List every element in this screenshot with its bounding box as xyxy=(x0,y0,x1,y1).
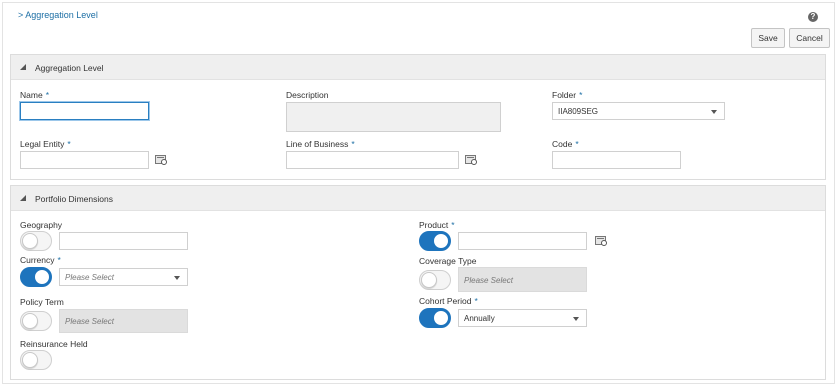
section-title: Aggregation Level xyxy=(35,63,104,73)
hierarchy-browser-icon[interactable] xyxy=(465,155,477,165)
policy-term-toggle[interactable] xyxy=(20,311,52,331)
chevron-down-icon xyxy=(174,276,180,280)
chevron-down-icon xyxy=(573,317,579,321)
name-label: Name * xyxy=(20,90,49,100)
product-input[interactable] xyxy=(458,232,587,250)
geography-label: Geography xyxy=(20,220,63,230)
product-toggle[interactable] xyxy=(419,231,451,251)
reinsurance-held-toggle[interactable] xyxy=(20,350,52,370)
coverage-type-select: Please Select xyxy=(458,267,587,292)
breadcrumb[interactable]: > Aggregation Level xyxy=(18,10,98,20)
cohort-period-label: Cohort Period * xyxy=(419,296,478,306)
currency-select[interactable]: Please Select xyxy=(59,268,188,286)
line-of-business-label: Line of Business * xyxy=(286,139,355,149)
code-label: Code * xyxy=(552,139,579,149)
reinsurance-held-label: Reinsurance Held xyxy=(20,339,88,349)
currency-toggle[interactable] xyxy=(20,267,52,287)
collapse-triangle-icon[interactable] xyxy=(20,195,26,201)
folder-select[interactable]: IIA809SEG xyxy=(552,102,725,120)
cohort-period-toggle[interactable] xyxy=(419,308,451,328)
product-label: Product * xyxy=(419,220,455,230)
hierarchy-browser-icon[interactable] xyxy=(155,155,167,165)
required-marker: * xyxy=(45,90,49,100)
cancel-button[interactable]: Cancel xyxy=(789,28,830,48)
cohort-period-select[interactable]: Annually xyxy=(458,309,587,327)
description-textarea[interactable] xyxy=(286,102,501,132)
code-input[interactable] xyxy=(552,151,681,169)
section-title: Portfolio Dimensions xyxy=(35,194,113,204)
geography-input[interactable] xyxy=(59,232,188,250)
geography-toggle[interactable] xyxy=(20,231,52,251)
policy-term-label: Policy Term xyxy=(20,297,64,307)
legal-entity-input[interactable] xyxy=(20,151,149,169)
policy-term-select: Please Select xyxy=(59,309,188,333)
aggregation-level-header[interactable]: Aggregation Level xyxy=(11,55,825,80)
description-label: Description xyxy=(286,90,329,100)
portfolio-dimensions-header[interactable]: Portfolio Dimensions xyxy=(11,186,825,211)
help-icon[interactable]: ? xyxy=(808,12,818,22)
line-of-business-input[interactable] xyxy=(286,151,459,169)
hierarchy-browser-icon[interactable] xyxy=(595,236,607,246)
currency-label: Currency * xyxy=(20,255,61,265)
folder-label: Folder * xyxy=(552,90,583,100)
name-input[interactable] xyxy=(20,102,149,120)
chevron-down-icon xyxy=(711,110,717,114)
save-button[interactable]: Save xyxy=(751,28,785,48)
legal-entity-label: Legal Entity * xyxy=(20,139,71,149)
collapse-triangle-icon[interactable] xyxy=(20,64,26,70)
coverage-type-toggle[interactable] xyxy=(419,270,451,290)
coverage-type-label: Coverage Type xyxy=(419,256,477,266)
